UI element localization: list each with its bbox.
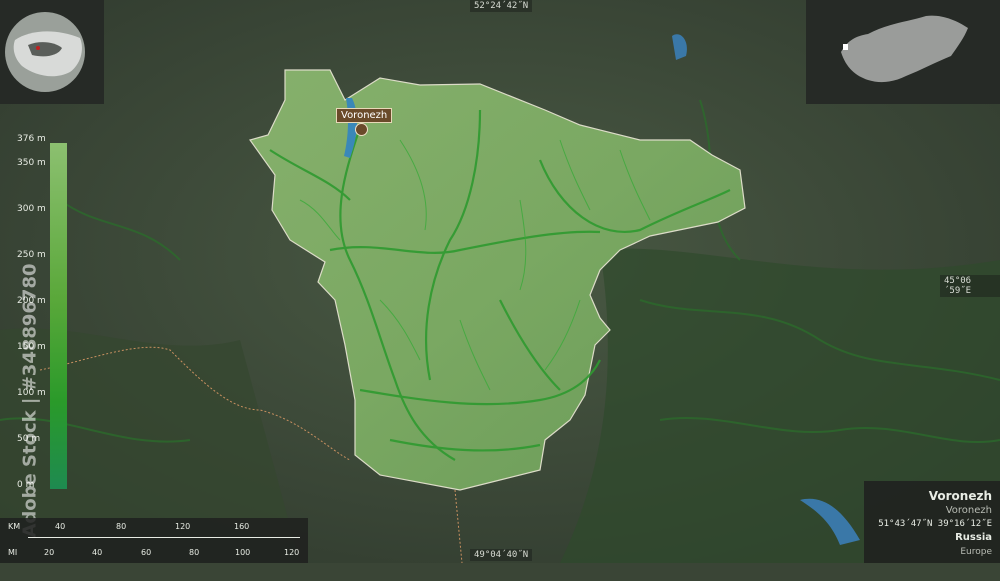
info-title: Voronezh (928, 489, 992, 503)
legend-tick: 300 m (17, 204, 46, 214)
mi-tick: 100 (235, 548, 251, 557)
info-continent: Europe (960, 547, 992, 557)
mi-tick: 80 (189, 548, 200, 557)
country-inset (806, 0, 1000, 104)
info-country: Russia (955, 532, 992, 543)
location-info: Voronezh Voronezh 51°43´47˝N 39°16´12˝E … (864, 481, 1000, 563)
km-tick: 80 (116, 522, 127, 531)
city-label: Voronezh (336, 108, 393, 123)
legend-tick: 350 m (17, 158, 46, 168)
km-tick: 160 (234, 522, 250, 531)
scale-line (28, 537, 300, 538)
km-tick: 40 (55, 522, 66, 531)
mi-unit: MI (8, 548, 18, 557)
info-coords: 51°43´47˝N 39°16´12˝E (878, 519, 992, 529)
mi-tick: 120 (284, 548, 300, 557)
info-subtitle: Voronezh (945, 505, 992, 516)
globe-inset (0, 0, 104, 104)
mi-tick: 60 (141, 548, 152, 557)
km-tick: 120 (175, 522, 191, 531)
legend-tick: 376 m (17, 134, 46, 144)
coord-top: 52°24´42˝N (470, 0, 533, 12)
mi-tick: 40 (92, 548, 103, 557)
coord-bottom: 49°04´40˝N (470, 549, 533, 561)
coord-right: 45°06´59˝E (940, 275, 1000, 297)
mi-tick: 20 (44, 548, 55, 557)
scale-bar: KM 40 80 120 160 MI 20 40 60 80 100 120 (0, 518, 308, 563)
km-unit: KM (8, 522, 21, 531)
elevation-bar (50, 143, 67, 489)
city-marker (355, 123, 368, 136)
